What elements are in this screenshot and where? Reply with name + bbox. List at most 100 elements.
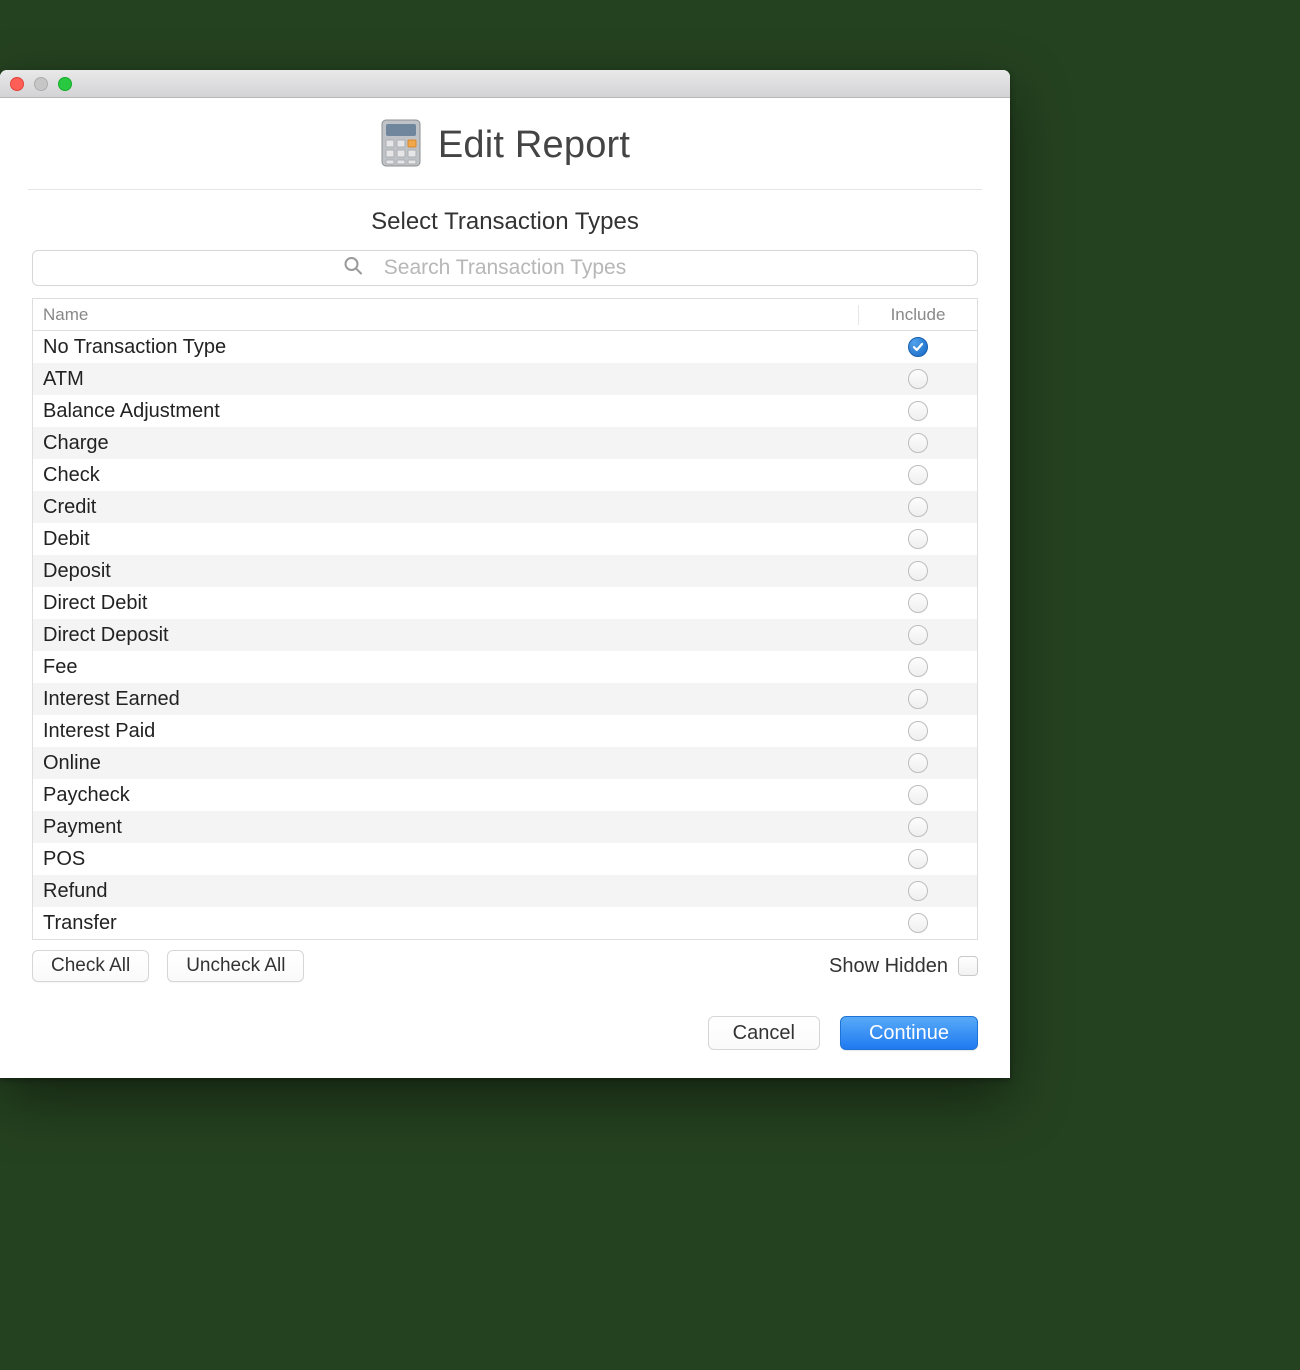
- include-cell: [859, 337, 977, 357]
- include-cell: [859, 881, 977, 901]
- include-cell: [859, 497, 977, 517]
- include-toggle[interactable]: [908, 433, 928, 453]
- include-cell: [859, 529, 977, 549]
- transaction-type-name: Interest Earned: [33, 688, 859, 711]
- include-cell: [859, 465, 977, 485]
- transaction-type-name: Credit: [33, 496, 859, 519]
- include-toggle[interactable]: [908, 721, 928, 741]
- table-row[interactable]: POS: [33, 843, 977, 875]
- column-header-name[interactable]: Name: [33, 305, 859, 325]
- table-row[interactable]: Direct Debit: [33, 587, 977, 619]
- section-title: Select Transaction Types: [0, 208, 1010, 236]
- window-zoom-button[interactable]: [58, 77, 72, 91]
- transaction-type-name: POS: [33, 848, 859, 871]
- search-field: [32, 250, 978, 286]
- include-toggle[interactable]: [908, 785, 928, 805]
- include-toggle[interactable]: [908, 401, 928, 421]
- dialog-footer: Cancel Continue: [0, 982, 1010, 1078]
- transaction-type-name: Refund: [33, 880, 859, 903]
- transaction-type-name: Interest Paid: [33, 720, 859, 743]
- transaction-type-name: Transfer: [33, 912, 859, 935]
- include-toggle[interactable]: [908, 497, 928, 517]
- include-cell: [859, 561, 977, 581]
- table-header: Name Include: [33, 299, 977, 331]
- transaction-type-name: Debit: [33, 528, 859, 551]
- transaction-type-name: Direct Deposit: [33, 624, 859, 647]
- include-toggle[interactable]: [908, 593, 928, 613]
- include-toggle[interactable]: [908, 625, 928, 645]
- include-cell: [859, 785, 977, 805]
- table-row[interactable]: Credit: [33, 491, 977, 523]
- window-minimize-button: [34, 77, 48, 91]
- table-row[interactable]: Paycheck: [33, 779, 977, 811]
- table-row[interactable]: ATM: [33, 363, 977, 395]
- table-row[interactable]: Balance Adjustment: [33, 395, 977, 427]
- table-row[interactable]: Interest Earned: [33, 683, 977, 715]
- transaction-type-name: Deposit: [33, 560, 859, 583]
- include-toggle[interactable]: [908, 849, 928, 869]
- include-cell: [859, 753, 977, 773]
- search-input[interactable]: [32, 250, 978, 286]
- include-cell: [859, 817, 977, 837]
- include-cell: [859, 849, 977, 869]
- include-toggle[interactable]: [908, 881, 928, 901]
- cancel-button[interactable]: Cancel: [708, 1016, 820, 1050]
- table-row[interactable]: Payment: [33, 811, 977, 843]
- show-hidden-label: Show Hidden: [829, 955, 948, 978]
- show-hidden-checkbox[interactable]: [958, 956, 978, 976]
- table-row[interactable]: Interest Paid: [33, 715, 977, 747]
- table-row[interactable]: Online: [33, 747, 977, 779]
- transaction-type-name: Payment: [33, 816, 859, 839]
- transaction-types-table: Name Include No Transaction Type ATM Balan…: [32, 298, 978, 940]
- table-row[interactable]: No Transaction Type: [33, 331, 977, 363]
- include-toggle[interactable]: [908, 753, 928, 773]
- header: Edit Report: [28, 98, 982, 190]
- table-row[interactable]: Transfer: [33, 907, 977, 939]
- uncheck-all-button[interactable]: Uncheck All: [167, 950, 304, 982]
- include-toggle[interactable]: [908, 913, 928, 933]
- include-cell: [859, 657, 977, 677]
- include-toggle[interactable]: [908, 529, 928, 549]
- include-cell: [859, 401, 977, 421]
- transaction-type-name: Check: [33, 464, 859, 487]
- table-row[interactable]: Check: [33, 459, 977, 491]
- include-toggle[interactable]: [908, 369, 928, 389]
- include-cell: [859, 593, 977, 613]
- table-row[interactable]: Debit: [33, 523, 977, 555]
- include-cell: [859, 913, 977, 933]
- include-toggle[interactable]: [908, 561, 928, 581]
- dialog-window: Edit Report Select Transaction Types Nam…: [0, 70, 1010, 1078]
- transaction-type-name: Online: [33, 752, 859, 775]
- include-cell: [859, 689, 977, 709]
- include-toggle[interactable]: [908, 337, 928, 357]
- continue-button[interactable]: Continue: [840, 1016, 978, 1050]
- window-close-button[interactable]: [10, 77, 24, 91]
- column-header-include[interactable]: Include: [859, 305, 977, 325]
- transaction-type-name: Direct Debit: [33, 592, 859, 615]
- include-toggle[interactable]: [908, 657, 928, 677]
- include-cell: [859, 433, 977, 453]
- transaction-type-name: ATM: [33, 368, 859, 391]
- transaction-type-name: Paycheck: [33, 784, 859, 807]
- transaction-type-name: Balance Adjustment: [33, 400, 859, 423]
- table-controls: Check All Uncheck All Show Hidden: [32, 950, 978, 982]
- include-toggle[interactable]: [908, 465, 928, 485]
- check-all-button[interactable]: Check All: [32, 950, 149, 982]
- include-cell: [859, 721, 977, 741]
- include-toggle[interactable]: [908, 817, 928, 837]
- calculator-icon: [380, 118, 422, 173]
- table-body: No Transaction Type ATM Balance Adjustment…: [33, 331, 977, 939]
- include-toggle[interactable]: [908, 689, 928, 709]
- table-row[interactable]: Fee: [33, 651, 977, 683]
- show-hidden-toggle[interactable]: Show Hidden: [829, 955, 978, 978]
- transaction-type-name: Charge: [33, 432, 859, 455]
- table-row[interactable]: Deposit: [33, 555, 977, 587]
- page-title: Edit Report: [438, 124, 630, 167]
- include-cell: [859, 369, 977, 389]
- table-row[interactable]: Direct Deposit: [33, 619, 977, 651]
- titlebar: [0, 70, 1010, 98]
- transaction-type-name: Fee: [33, 656, 859, 679]
- table-row[interactable]: Refund: [33, 875, 977, 907]
- transaction-type-name: No Transaction Type: [33, 336, 859, 359]
- table-row[interactable]: Charge: [33, 427, 977, 459]
